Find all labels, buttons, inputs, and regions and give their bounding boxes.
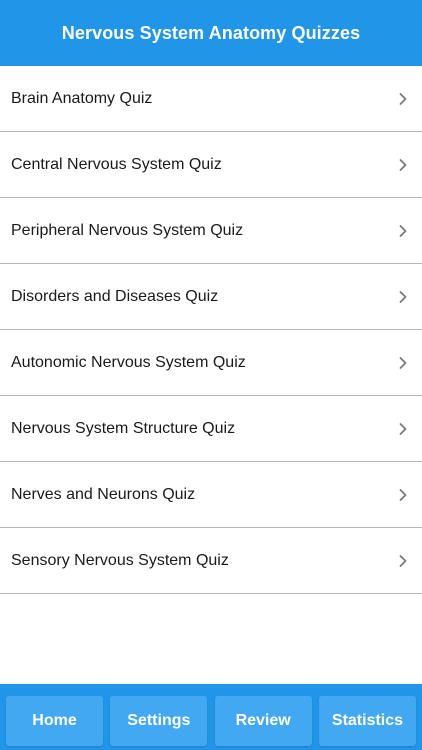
nav-bar: Nervous System Anatomy Quizzes xyxy=(0,0,422,66)
settings-button[interactable]: Settings xyxy=(110,696,208,746)
quiz-item-label: Sensory Nervous System Quiz xyxy=(11,551,229,569)
quiz-item-nervous-system-structure[interactable]: Nervous System Structure Quiz xyxy=(0,396,422,462)
chevron-right-icon xyxy=(399,422,407,435)
statistics-button[interactable]: Statistics xyxy=(318,696,416,746)
quiz-item-brain-anatomy[interactable]: Brain Anatomy Quiz xyxy=(0,66,422,132)
home-button[interactable]: Home xyxy=(6,696,103,746)
chevron-right-icon xyxy=(399,290,407,303)
bottom-tab-bar: Home Settings Review Statistics xyxy=(0,684,422,750)
quiz-list: Brain Anatomy Quiz Central Nervous Syste… xyxy=(0,66,422,594)
page-title: Nervous System Anatomy Quizzes xyxy=(61,22,361,43)
quiz-item-sensory-nervous-system[interactable]: Sensory Nervous System Quiz xyxy=(0,528,422,594)
chevron-right-icon xyxy=(399,158,407,171)
quiz-item-disorders-and-diseases[interactable]: Disorders and Diseases Quiz xyxy=(0,264,422,330)
quiz-item-nerves-and-neurons[interactable]: Nerves and Neurons Quiz xyxy=(0,462,422,528)
app-screen: Nervous System Anatomy Quizzes Brain Ana… xyxy=(0,0,422,750)
chevron-right-icon xyxy=(399,554,407,567)
quiz-item-label: Peripheral Nervous System Quiz xyxy=(11,221,244,239)
quiz-item-label: Brain Anatomy Quiz xyxy=(11,89,153,107)
quiz-item-central-nervous-system[interactable]: Central Nervous System Quiz xyxy=(0,132,422,198)
quiz-item-autonomic-nervous-system[interactable]: Autonomic Nervous System Quiz xyxy=(0,330,422,396)
quiz-item-label: Autonomic Nervous System Quiz xyxy=(11,353,246,371)
quiz-item-label: Nerves and Neurons Quiz xyxy=(11,485,196,503)
chevron-right-icon xyxy=(399,356,407,369)
review-button[interactable]: Review xyxy=(214,696,312,746)
quiz-item-peripheral-nervous-system[interactable]: Peripheral Nervous System Quiz xyxy=(0,198,422,264)
quiz-item-label: Central Nervous System Quiz xyxy=(11,155,222,173)
quiz-item-label: Nervous System Structure Quiz xyxy=(11,419,236,437)
chevron-right-icon xyxy=(399,92,407,105)
chevron-right-icon xyxy=(399,488,407,501)
chevron-right-icon xyxy=(399,224,407,237)
quiz-item-label: Disorders and Diseases Quiz xyxy=(11,287,219,305)
